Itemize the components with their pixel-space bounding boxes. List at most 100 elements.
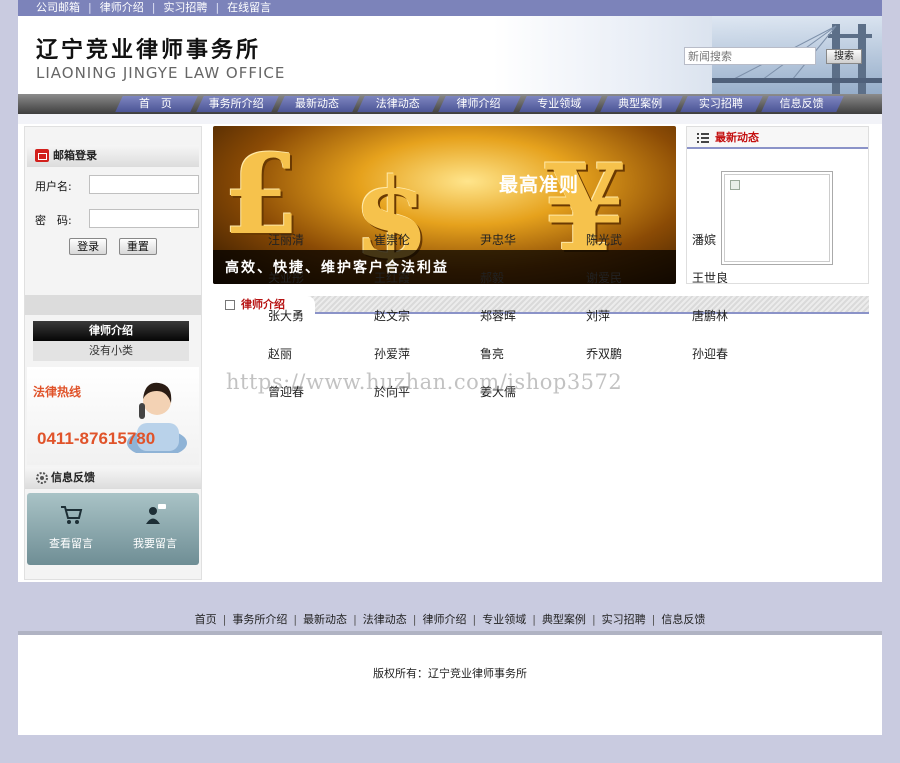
username-row: 用户名: — [27, 167, 199, 201]
nav-latest-news[interactable]: 最新动态 — [277, 96, 358, 112]
lawyer-name-link[interactable]: 刘萍 — [574, 308, 680, 324]
copyright-text: 版权所有：辽宁竞业律师事务所 — [373, 667, 527, 680]
logo-english: LIAONING JINGYE LAW OFFICE — [36, 64, 286, 82]
password-label: 密 码: — [35, 214, 72, 227]
divider-band — [25, 295, 201, 315]
latest-news-title: 最新动态 — [687, 127, 868, 149]
post-message-label: 我要留言 — [133, 537, 177, 550]
separator: | — [651, 613, 656, 626]
banner-headline: 最高准则 — [499, 174, 580, 196]
separator: | — [222, 613, 227, 626]
password-row: 密 码: — [27, 201, 199, 235]
lawyer-name-link[interactable]: 尹忠华 — [468, 232, 574, 248]
username-field[interactable] — [89, 175, 199, 194]
username-label: 用户名: — [35, 180, 72, 193]
view-messages-button[interactable]: 查看留言 — [31, 503, 111, 551]
sidebar: 邮箱登录 用户名: 密 码: 登录 重置 律师介绍 没有小类 法律热线 0411… — [24, 126, 202, 580]
lawyer-name-link[interactable]: 王红霞 — [362, 270, 468, 286]
lawyer-name-link[interactable]: 孙迎春 — [680, 346, 786, 362]
top-link-internship[interactable]: 实习招聘 — [163, 0, 207, 15]
footer-link[interactable]: 实习招聘 — [602, 612, 646, 628]
lawyer-name-link[interactable]: 赵文宗 — [362, 308, 468, 324]
lawyer-name-link[interactable]: 鲁亮 — [468, 346, 574, 362]
nav-label: 专业领域 — [537, 97, 582, 110]
nav-label: 首 页 — [138, 97, 172, 110]
login-buttons: 登录 重置 — [27, 235, 199, 255]
nav-internship[interactable]: 实习招聘 — [680, 96, 761, 112]
site-footer: 版权所有：辽宁竞业律师事务所 — [18, 635, 882, 735]
feedback-title: 信息反馈 — [25, 467, 201, 489]
nav-practice-areas[interactable]: 专业领域 — [519, 96, 600, 112]
lawyer-name-link[interactable]: 赵丽 — [256, 346, 362, 362]
nav-label: 典型案例 — [618, 97, 663, 110]
lawyer-name-link[interactable]: 崔崇伦 — [362, 232, 468, 248]
main-nav: 首 页 事务所介绍 最新动态 法律动态 律师介绍 专业领域 典型案例 实习招聘 … — [18, 94, 882, 114]
lawyer-name-link[interactable]: 陈光武 — [574, 232, 680, 248]
separator: | — [412, 613, 417, 626]
nav-legal-news[interactable]: 法律动态 — [357, 96, 438, 112]
nav-label: 实习招聘 — [698, 97, 743, 110]
gear-icon — [36, 472, 48, 484]
lawyer-category-title[interactable]: 律师介绍 — [33, 321, 189, 341]
footer-link[interactable]: 最新动态 — [303, 612, 347, 628]
lawyer-name-link[interactable]: 乔双鹏 — [574, 346, 680, 362]
lawyer-name-link[interactable]: 郑蓉晖 — [468, 308, 574, 324]
nav-feedback[interactable]: 信息反馈 — [761, 96, 842, 112]
separator: | — [88, 1, 92, 14]
footer-link[interactable]: 首页 — [195, 612, 217, 628]
top-link-company-mail[interactable]: 公司邮箱 — [36, 0, 80, 15]
site-header: 辽宁竞业律师事务所 LIAONING JINGYE LAW OFFICE 搜索 — [18, 16, 882, 94]
broken-image-icon — [730, 180, 740, 190]
document-icon — [225, 300, 235, 310]
post-message-button[interactable]: 我要留言 — [115, 503, 195, 551]
top-link-message[interactable]: 在线留言 — [227, 0, 271, 15]
lawyer-category-box: 律师介绍 没有小类 — [33, 321, 189, 361]
footer-link[interactable]: 专业领域 — [482, 612, 526, 628]
news-search-input[interactable] — [684, 47, 816, 65]
search-button[interactable]: 搜索 — [826, 49, 862, 64]
nav-label: 最新动态 — [294, 97, 339, 110]
lawyer-name-link[interactable]: 唐鹏林 — [680, 308, 786, 324]
lawyer-name-link[interactable]: 王世良 — [680, 270, 786, 286]
nav-label: 法律动态 — [375, 97, 420, 110]
lawyer-name-link[interactable]: 郝毅 — [468, 270, 574, 286]
nav-home[interactable]: 首 页 — [115, 96, 196, 112]
lawyer-name-link[interactable]: 张大勇 — [256, 308, 362, 324]
footer-link[interactable]: 律师介绍 — [423, 612, 467, 628]
feedback-title-text: 信息反馈 — [51, 471, 95, 484]
mail-icon — [35, 149, 49, 162]
password-field[interactable] — [89, 209, 199, 228]
hotline-banner: 法律热线 0411-87615780 — [27, 367, 199, 465]
footer-link[interactable]: 事务所介绍 — [232, 612, 287, 628]
watermark-text: https://www.huzhan.com/ishop3572 — [226, 370, 623, 394]
mail-login-box: 邮箱登录 用户名: 密 码: 登录 重置 — [27, 145, 199, 255]
view-messages-label: 查看留言 — [49, 537, 93, 550]
list-icon — [697, 133, 709, 143]
nav-label: 事务所介绍 — [208, 97, 264, 110]
nav-cases[interactable]: 典型案例 — [600, 96, 681, 112]
nav-label: 律师介绍 — [456, 97, 501, 110]
lawyer-name-link[interactable]: 汪丽清 — [256, 232, 362, 248]
nav-label: 信息反馈 — [779, 97, 824, 110]
lawyer-name-link[interactable]: 孙爱萍 — [362, 346, 468, 362]
separator: | — [472, 613, 477, 626]
user-message-icon — [146, 504, 166, 524]
mail-login-title: 邮箱登录 — [27, 145, 199, 167]
login-button[interactable]: 登录 — [69, 238, 108, 255]
separator: | — [353, 613, 357, 626]
separator: | — [151, 1, 156, 14]
footer-link[interactable]: 信息反馈 — [661, 612, 705, 628]
footer-link[interactable]: 法律动态 — [363, 612, 407, 628]
feedback-panel: 查看留言 我要留言 — [27, 493, 199, 565]
lawyer-name-link[interactable]: 谢爱民 — [574, 270, 680, 286]
hotline-label: 法律热线 — [33, 385, 82, 399]
reset-button[interactable]: 重置 — [118, 238, 157, 255]
footer-link[interactable]: 典型案例 — [542, 612, 586, 628]
lawyer-name-link[interactable]: 潘嫔 — [680, 232, 786, 248]
latest-news-title-text: 最新动态 — [715, 131, 759, 144]
lawyer-category-empty: 没有小类 — [33, 341, 189, 361]
lawyer-name-link[interactable]: 关业彤 — [256, 270, 362, 286]
nav-firm-intro[interactable]: 事务所介绍 — [196, 96, 277, 112]
nav-lawyers[interactable]: 律师介绍 — [438, 96, 519, 112]
top-link-lawyers[interactable]: 律师介绍 — [100, 0, 144, 15]
